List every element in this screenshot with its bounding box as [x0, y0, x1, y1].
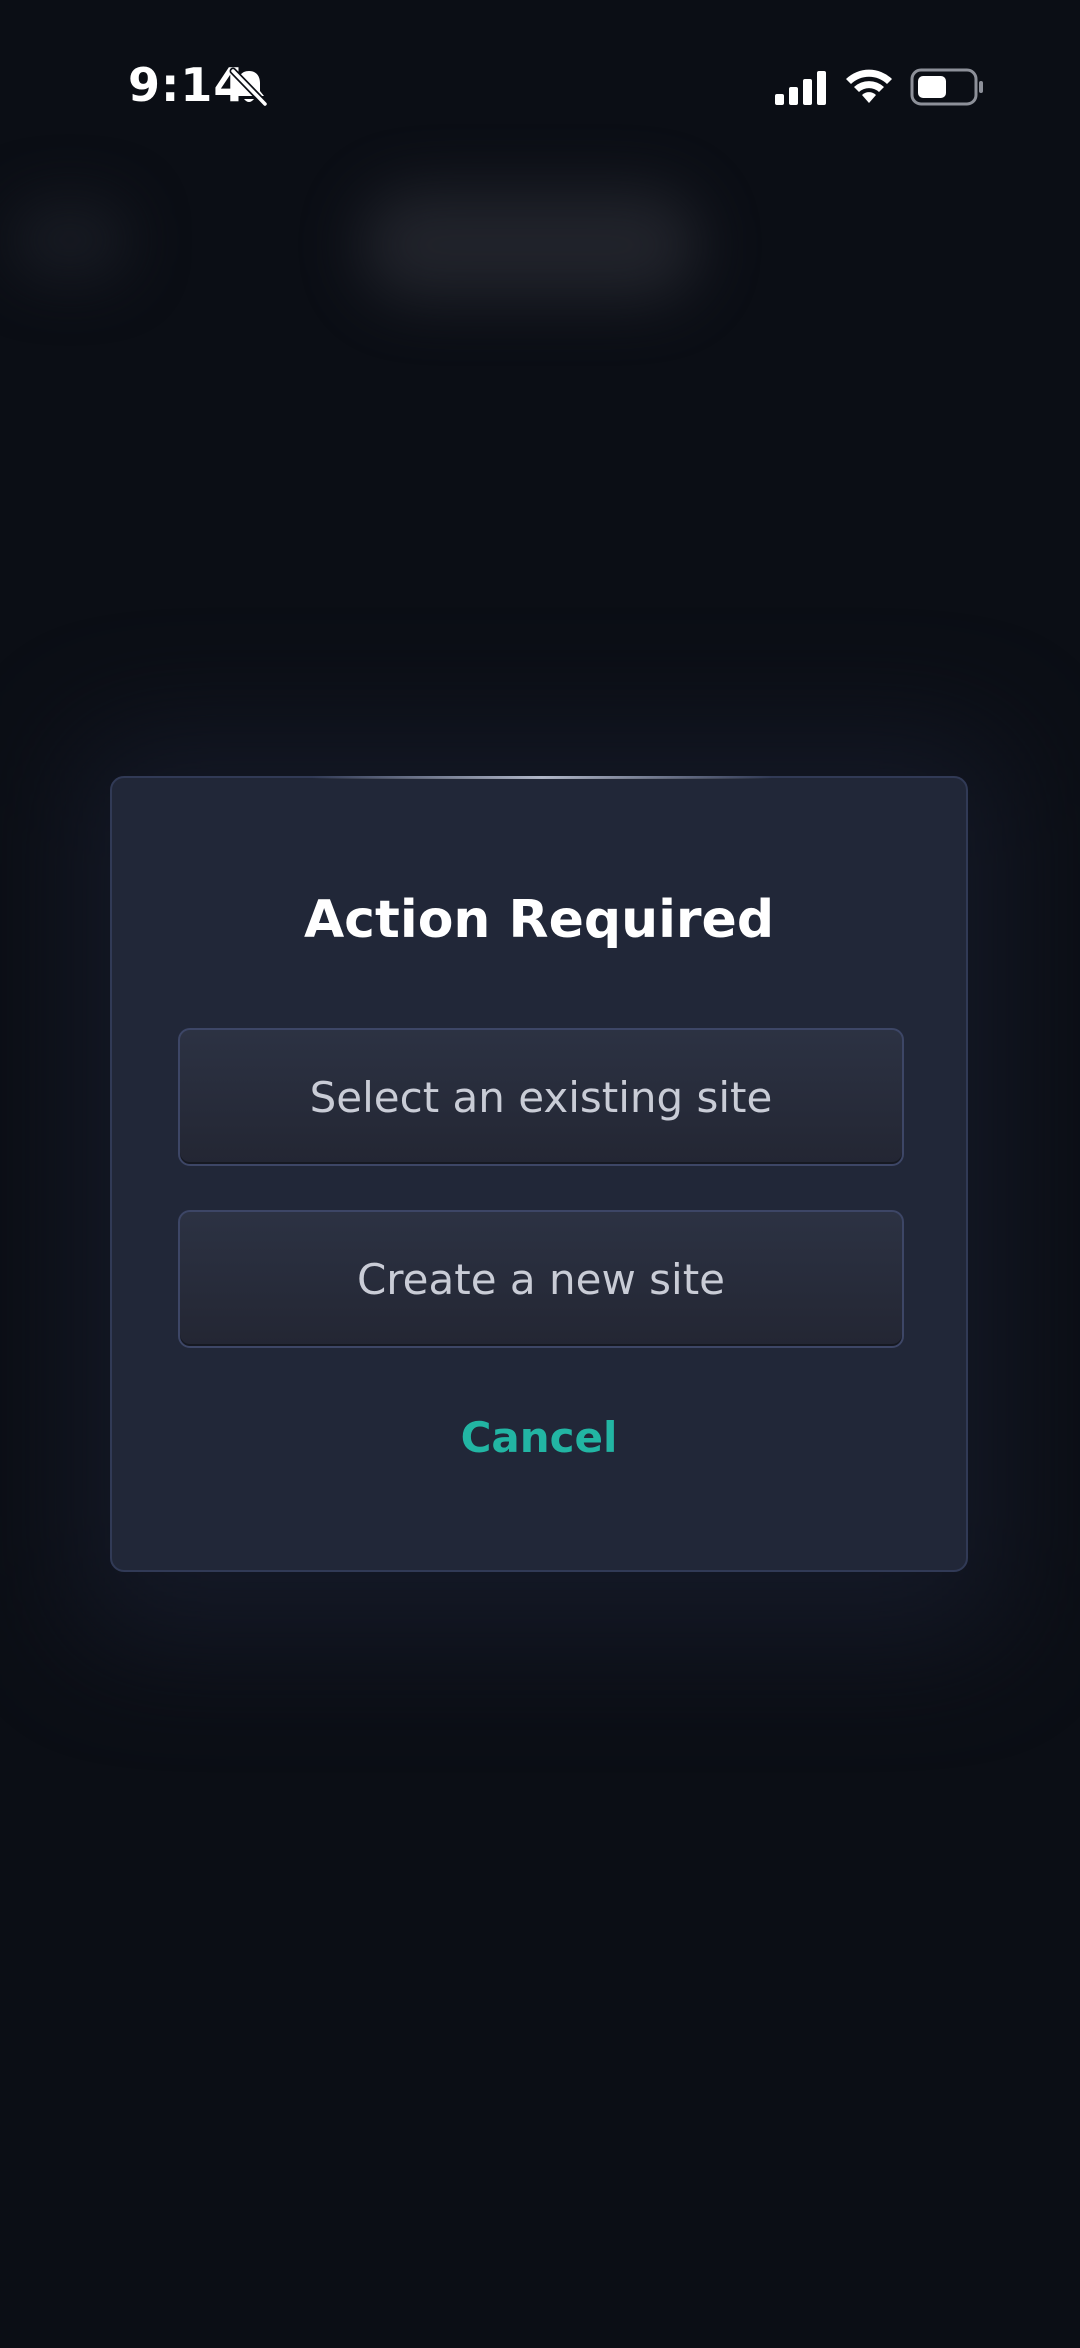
blurred-background-title — [360, 190, 700, 300]
app-screen: 9:14 Action Required Select an existing … — [0, 0, 1080, 2348]
dialog-title: Action Required — [303, 890, 775, 950]
status-bar: 9:14 — [0, 0, 1080, 176]
cancel-button[interactable]: Cancel — [439, 1402, 639, 1472]
action-required-dialog: Action Required Select an existing site … — [110, 776, 968, 1572]
select-existing-site-button[interactable]: Select an existing site — [178, 1028, 904, 1166]
wifi-icon — [846, 69, 892, 103]
battery-icon — [910, 68, 983, 106]
cellular-signal-icon — [775, 71, 826, 105]
blurred-background-element — [10, 200, 130, 280]
dialog-highlight-line — [312, 776, 772, 779]
silent-mode-bell-icon — [229, 67, 269, 108]
create-new-site-button[interactable]: Create a new site — [178, 1210, 904, 1348]
